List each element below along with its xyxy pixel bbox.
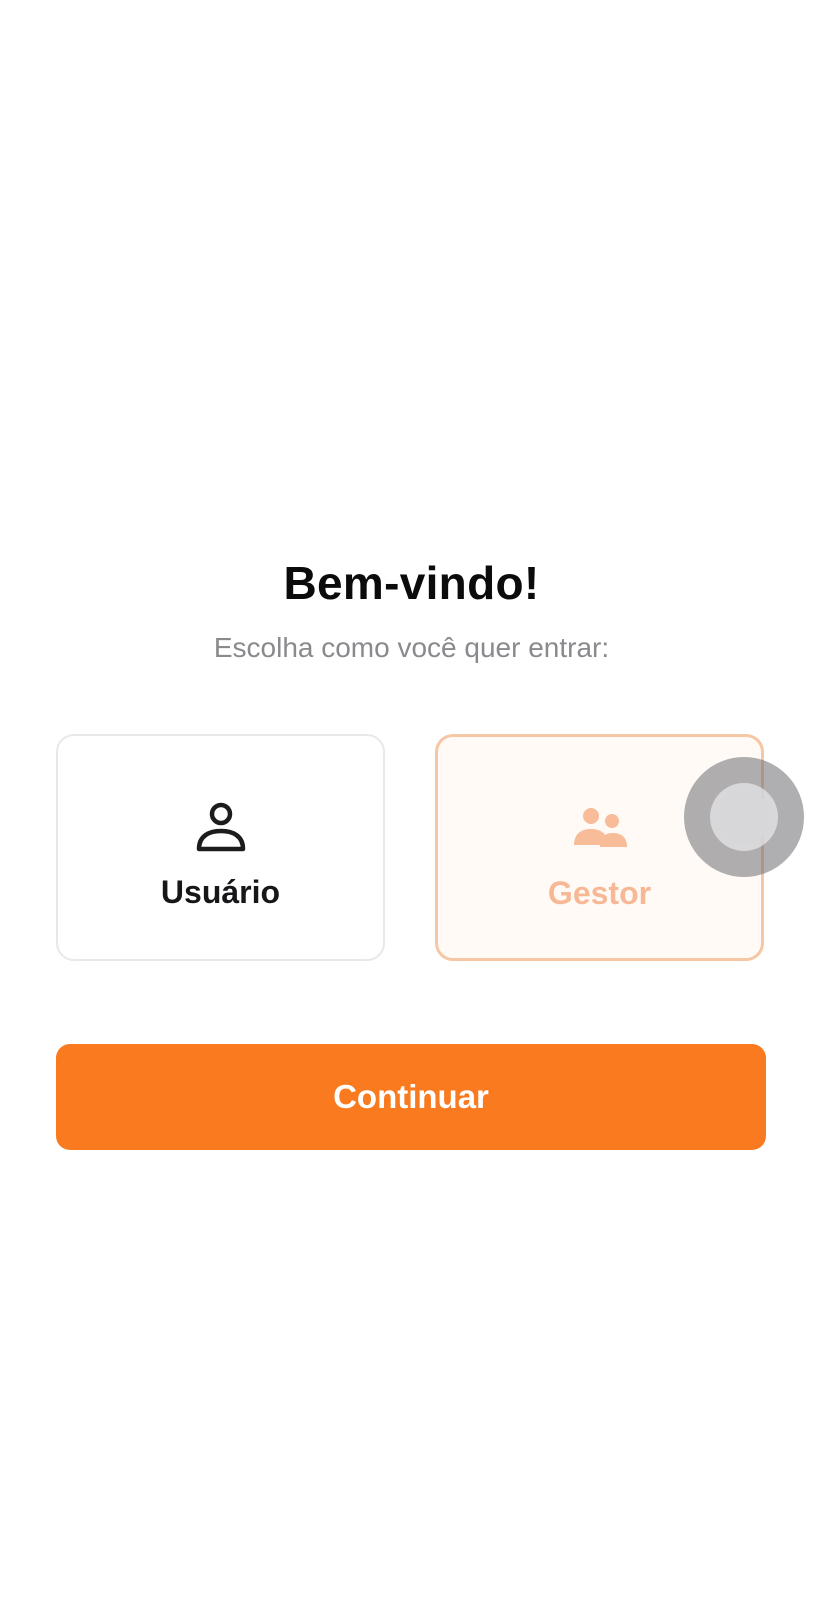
people-group-icon — [573, 808, 627, 847]
person-icon — [196, 802, 245, 852]
page-subtitle: Escolha como você quer entrar: — [213, 632, 610, 663]
page-title: Bem-vindo! — [283, 557, 540, 609]
touch-indicator — [684, 757, 804, 877]
option-card-usuario[interactable]: Usuário — [56, 734, 385, 961]
touch-indicator-core — [718, 791, 770, 843]
option-label-usuario: Usuário — [160, 874, 281, 910]
option-label-gestor: Gestor — [547, 875, 652, 911]
continue-button[interactable]: Continuar — [56, 1044, 766, 1150]
